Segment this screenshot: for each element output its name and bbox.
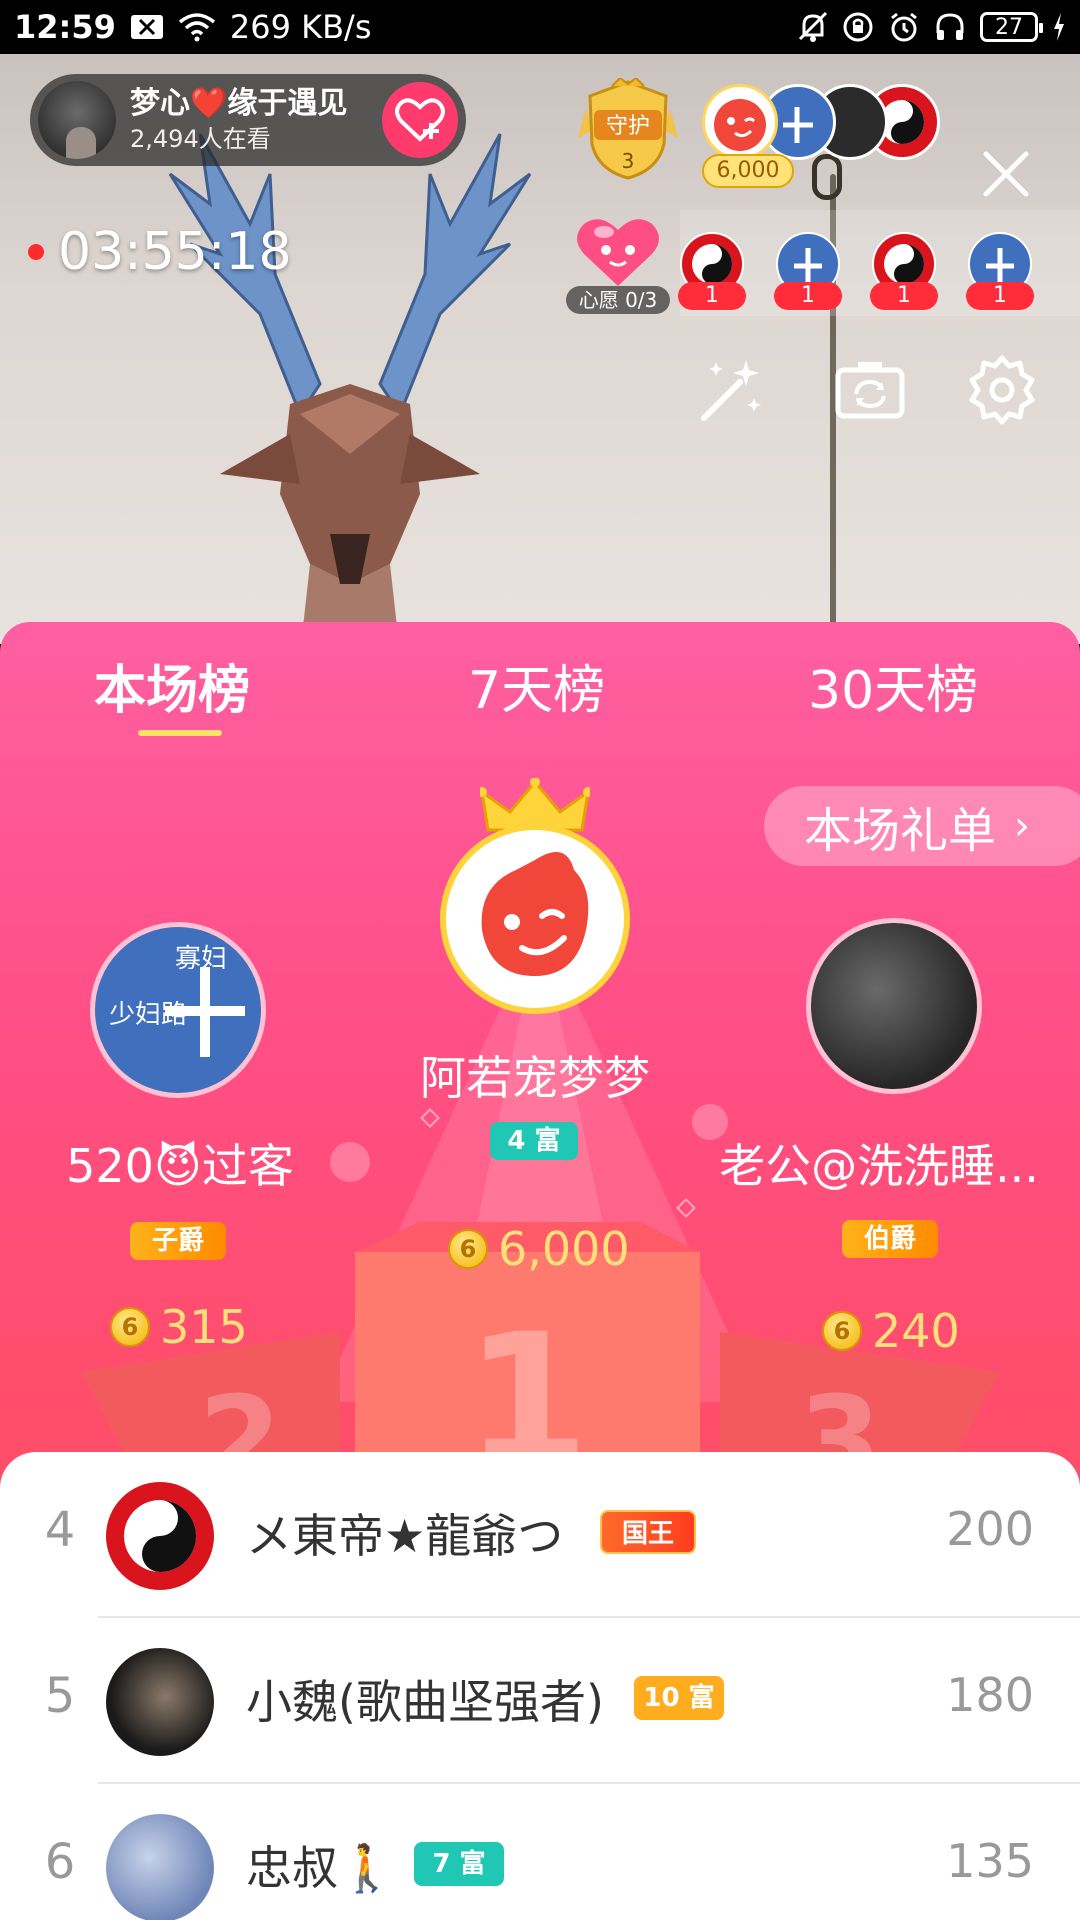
status-bar: 12:59 269 KB/s 27: [0, 0, 1080, 54]
deer-head-decoration: [168, 133, 532, 644]
top-gifter-score: 6,000: [702, 154, 794, 188]
row-name: メ東帝★龍爺つ: [246, 1509, 564, 1563]
row-rank: 5: [44, 1668, 76, 1724]
rank-1-avatar[interactable]: [440, 824, 630, 1014]
tab-7-days[interactable]: 7天榜: [468, 648, 605, 723]
close-button[interactable]: [978, 146, 1034, 202]
rank-3-score: 6 240: [822, 1304, 960, 1358]
row-badge: 7 富: [414, 1842, 504, 1886]
rank-1-level: 4 富: [490, 1122, 578, 1160]
svg-text:少妇路: 少妇路: [109, 1000, 187, 1030]
switch-camera-button[interactable]: [832, 352, 908, 428]
leaderboard-tabs: 本场榜 7天榜 30天榜: [0, 622, 1080, 736]
list-item[interactable]: 5 小魏(歌曲坚强者) 10 富 180: [0, 1618, 1080, 1784]
row-rank: 4: [44, 1502, 76, 1558]
rank-3-name: 老公@洗洗睡...: [719, 1139, 1039, 1193]
heart-plus-icon: [395, 98, 445, 142]
live-duration: 03:55:18: [58, 222, 292, 282]
guard-badge[interactable]: 守护 3: [578, 76, 678, 182]
fan-count-2: 1: [774, 282, 842, 310]
row-badge: 10 富: [634, 1676, 724, 1720]
guard-shield-icon: 守护 3: [578, 76, 678, 180]
rotation-lock-icon: [842, 11, 874, 43]
coin-icon: 6: [448, 1229, 488, 1269]
tab-current-session[interactable]: 本场榜: [94, 648, 250, 723]
settings-button[interactable]: [964, 352, 1040, 428]
tab-30-days[interactable]: 30天榜: [808, 648, 978, 723]
coin-icon: 6: [110, 1307, 150, 1347]
battery-icon: 27: [980, 12, 1043, 42]
follow-button[interactable]: [382, 82, 458, 158]
active-tab-indicator: [138, 730, 222, 736]
rank-2-score: 6 315: [110, 1300, 248, 1354]
wish-progress: 心愿 0/3: [566, 286, 670, 314]
rank-3-level: 伯爵: [842, 1220, 938, 1258]
row-rank: 6: [44, 1834, 76, 1890]
active-fans-strip[interactable]: 1 1 1 1: [678, 210, 1080, 316]
recording-dot-icon: [28, 244, 44, 260]
rank-2-avatar[interactable]: 少妇路 寡妇: [90, 922, 266, 1098]
mute-bell-icon: [798, 11, 828, 43]
close-icon: [983, 151, 1029, 197]
host-info[interactable]: 梦心❤️缘于遇见 2,494人在看: [30, 74, 466, 166]
fan-count-4: 1: [966, 282, 1034, 310]
live-video[interactable]: 梦心❤️缘于遇见 2,494人在看 守护 3 6,000 03:55:18 心愿…: [0, 54, 1080, 644]
beauty-filter-button[interactable]: [694, 352, 770, 428]
row-name: 小魏(歌曲坚强者): [246, 1675, 604, 1729]
row-score: 135: [946, 1834, 1034, 1888]
coin-icon: 6: [822, 1311, 862, 1351]
charging-icon: [1052, 12, 1066, 42]
guard-label: 守护: [606, 114, 650, 139]
headphones-icon: [934, 11, 966, 43]
guard-count: 3: [622, 149, 635, 173]
battery-level: 27: [995, 14, 1023, 40]
host-avatar[interactable]: [38, 81, 116, 159]
rank-2-score-value: 315: [160, 1300, 248, 1354]
wifi-icon: [178, 12, 216, 42]
gift-list-label: 本场礼单: [804, 803, 997, 859]
row-avatar[interactable]: [106, 1482, 214, 1590]
gifter-avatar-top[interactable]: [702, 84, 778, 160]
row-name: 忠叔🚶: [246, 1841, 396, 1895]
gear-icon: [969, 355, 1035, 425]
rank-list: 4 メ東帝★龍爺つ 国王 200 5 小魏(歌曲坚强者) 10 富 180 6 …: [0, 1452, 1080, 1920]
chevron-right-icon: ›: [1014, 803, 1031, 849]
magic-wand-icon: [701, 360, 761, 421]
fan-count-3: 1: [870, 282, 938, 310]
rank-3-score-value: 240: [872, 1304, 960, 1358]
gift-list-button[interactable]: 本场礼单 ›: [764, 786, 1080, 866]
live-timer: 03:55:18: [28, 222, 292, 282]
alarm-icon: [888, 11, 920, 43]
status-time: 12:59: [14, 8, 116, 46]
list-item[interactable]: 4 メ東帝★龍爺つ 国王 200: [0, 1452, 1080, 1618]
rank-2-name: 520😈过客: [66, 1139, 294, 1193]
notification-close-icon: [130, 14, 164, 40]
list-item[interactable]: 6 忠叔🚶 7 富 135: [0, 1784, 1080, 1920]
row-badge: 国王: [600, 1510, 696, 1554]
top-gifters[interactable]: 6,000: [702, 84, 952, 188]
rank-2-level: 子爵: [130, 1222, 226, 1260]
svg-text:寡妇: 寡妇: [175, 944, 227, 974]
row-score: 200: [946, 1502, 1034, 1556]
wish-heart-icon: [577, 219, 659, 286]
row-avatar[interactable]: [106, 1814, 214, 1920]
rank-3-avatar[interactable]: [806, 918, 982, 1094]
switch-camera-icon: [835, 362, 905, 419]
rank-1-score-value: 6,000: [498, 1222, 630, 1276]
rank-1-name: 阿若宠梦梦: [420, 1051, 650, 1105]
row-score: 180: [946, 1668, 1034, 1722]
network-speed: 269 KB/s: [229, 8, 372, 46]
fan-count-1: 1: [678, 282, 746, 310]
row-avatar[interactable]: [106, 1648, 214, 1756]
wish-button[interactable]: 心愿 0/3: [566, 206, 670, 316]
host-name: 梦心❤️缘于遇见: [130, 86, 348, 121]
viewer-count: 2,494人在看: [130, 125, 271, 153]
rank-1-score: 6 6,000: [448, 1222, 630, 1276]
